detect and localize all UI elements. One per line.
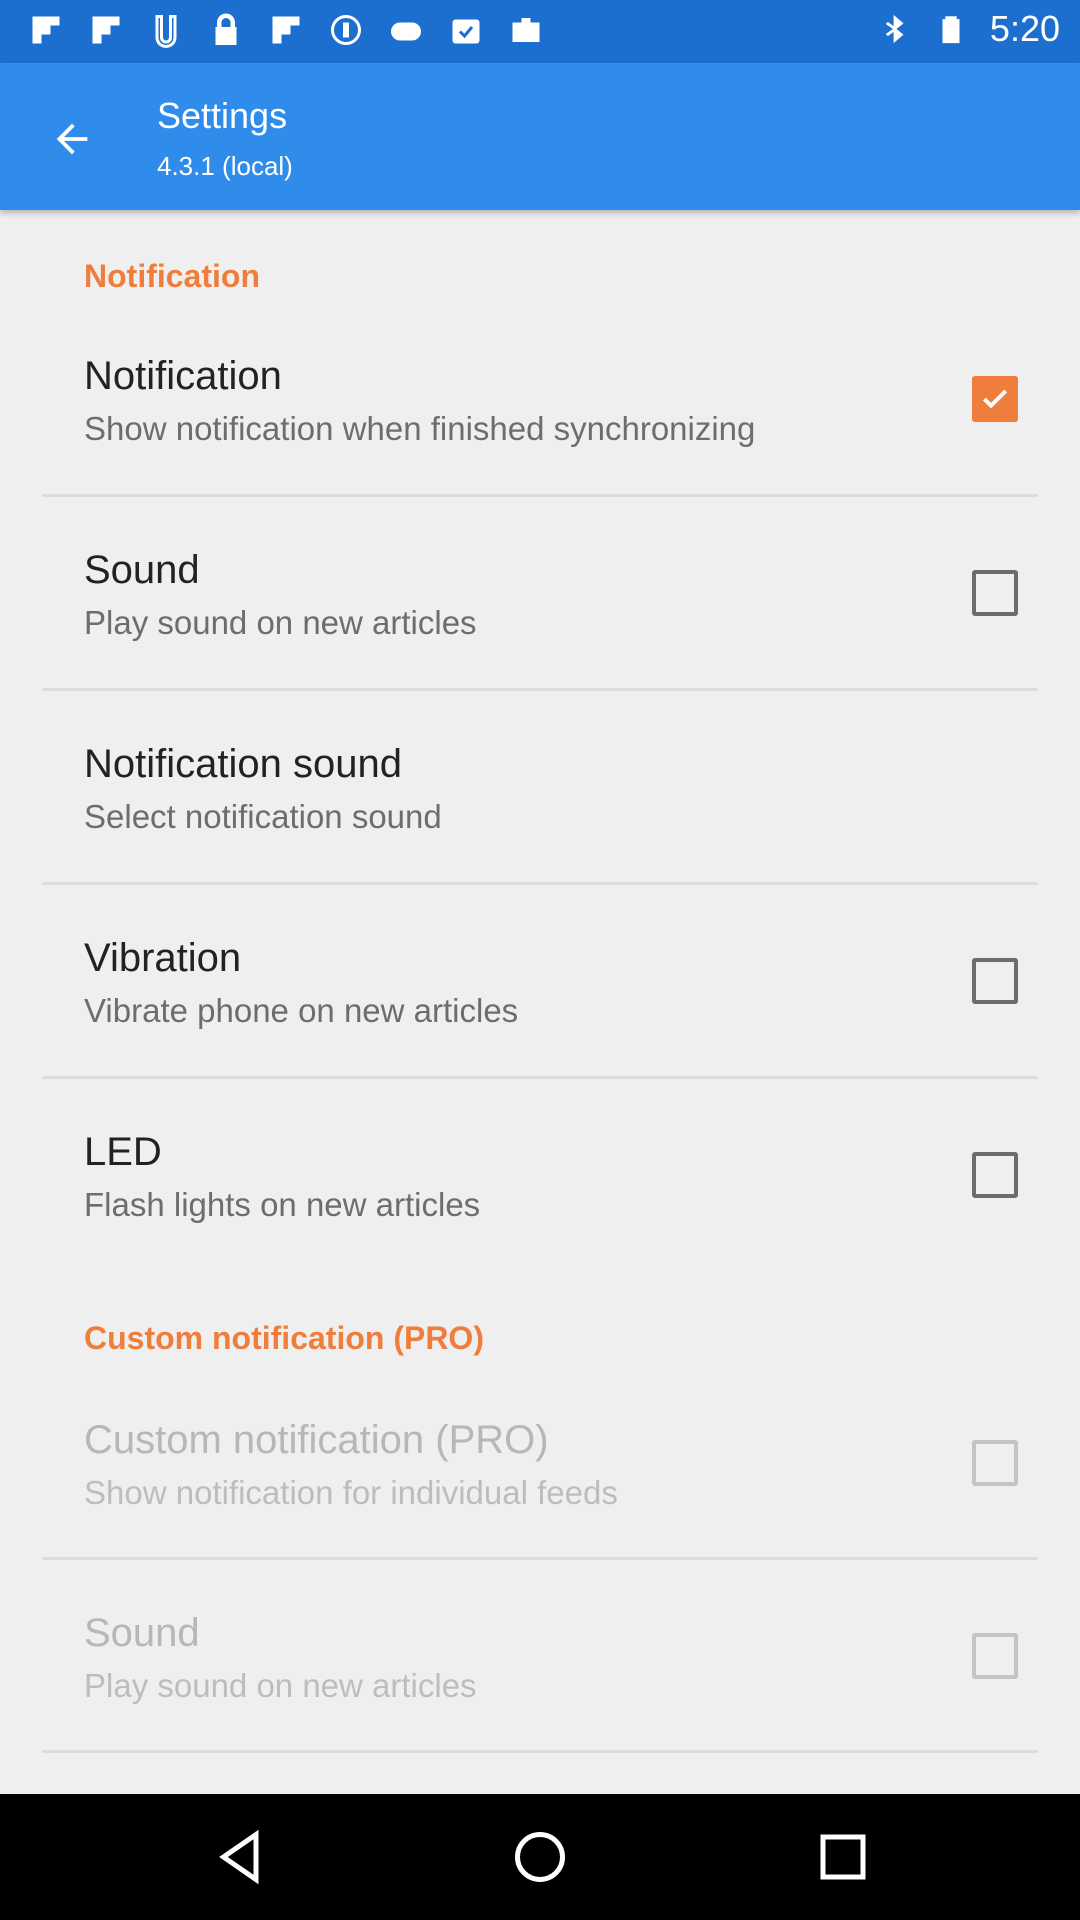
recents-nav-icon	[820, 1834, 866, 1880]
navigation-bar	[0, 1794, 1080, 1920]
recents-nav-button[interactable]	[808, 1824, 878, 1890]
notification-icons	[26, 10, 546, 50]
notification-checkbox[interactable]	[972, 376, 1018, 422]
flipboard-icon	[266, 10, 306, 50]
pref-summary: Vibrate phone on new articles	[84, 992, 519, 1029]
pref-sound[interactable]: Sound Play sound on new articles	[42, 534, 1038, 684]
clock: 5:20	[989, 8, 1060, 49]
pref-summary: Play sound on new articles	[84, 604, 477, 641]
home-nav-button[interactable]	[505, 1824, 575, 1890]
pref-title: Sound	[84, 548, 200, 592]
flipboard-icon	[26, 10, 66, 50]
pref-summary: Show notification when finished synchron…	[84, 410, 756, 447]
home-nav-icon	[515, 1832, 565, 1882]
check-icon	[982, 389, 1008, 409]
lock-icon	[206, 10, 246, 50]
arrow-back-icon	[56, 123, 88, 155]
pref-vibration[interactable]: Vibration Vibrate phone on new articles	[42, 922, 1038, 1072]
circle-icon	[326, 10, 366, 50]
briefcase-icon	[506, 10, 546, 50]
pref-summary: Show notification for individual feeds	[84, 1474, 618, 1511]
divider	[42, 494, 1038, 497]
divider	[42, 882, 1038, 885]
pref-title: Notification sound	[84, 742, 402, 786]
bluetooth-icon	[885, 14, 904, 44]
page-subtitle: 4.3.1 (local)	[157, 151, 293, 181]
pref-title: Notification	[84, 354, 282, 398]
sound-checkbox[interactable]	[972, 570, 1018, 616]
pref-title: Sound	[84, 1611, 200, 1655]
hangers-icon	[146, 10, 186, 50]
pref-summary: Select notification sound	[84, 798, 442, 835]
pref-notification[interactable]: Notification Show notification when fini…	[42, 340, 1038, 490]
pref-summary: Play sound on new articles	[84, 1667, 477, 1704]
pref-custom-sound[interactable]: Sound Play sound on new articles	[42, 1597, 1038, 1747]
pref-title: Custom notification (PRO)	[84, 1418, 549, 1462]
gamepad-icon	[386, 10, 426, 50]
pref-led[interactable]: LED Flash lights on new articles	[42, 1116, 1038, 1266]
divider	[42, 1076, 1038, 1079]
divider	[42, 1557, 1038, 1560]
custom-notification-checkbox[interactable]	[972, 1440, 1018, 1486]
section-header-notification: Notification	[84, 258, 260, 294]
divider	[42, 1750, 1038, 1753]
app-bar: Settings 4.3.1 (local)	[0, 63, 1080, 210]
divider	[42, 688, 1038, 691]
status-right: 5:20	[878, 8, 1060, 50]
back-nav-button[interactable]	[206, 1824, 276, 1890]
pref-custom-notification[interactable]: Custom notification (PRO) Show notificat…	[42, 1404, 1038, 1554]
back-button[interactable]	[44, 111, 100, 167]
flipboard-icon	[86, 10, 126, 50]
back-nav-icon	[219, 1829, 259, 1885]
task-icon	[446, 10, 486, 50]
status-bar: 5:20	[0, 0, 1080, 63]
battery-icon	[942, 16, 960, 44]
pref-summary: Flash lights on new articles	[84, 1186, 481, 1223]
pref-notification-sound[interactable]: Notification sound Select notification s…	[42, 728, 1038, 878]
custom-sound-checkbox[interactable]	[972, 1633, 1018, 1679]
section-header-custom-notification: Custom notification (PRO)	[84, 1320, 484, 1356]
pref-title: Vibration	[84, 936, 242, 980]
led-checkbox[interactable]	[972, 1152, 1018, 1198]
pref-title: LED	[84, 1130, 162, 1174]
vibration-checkbox[interactable]	[972, 958, 1018, 1004]
page-title: Settings	[157, 95, 288, 136]
